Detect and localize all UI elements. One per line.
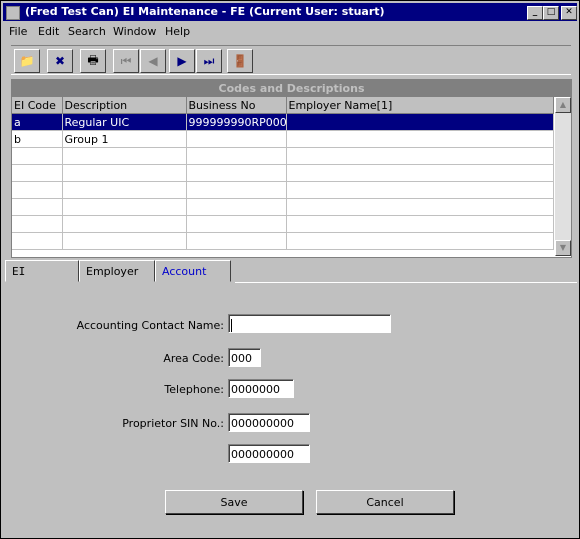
table-cell[interactable]	[286, 147, 554, 165]
exit-icon[interactable]: 🚪	[227, 49, 253, 73]
delete-icon[interactable]: ✖	[47, 49, 73, 73]
table-cell[interactable]	[12, 147, 63, 165]
menu-file[interactable]: File	[9, 25, 27, 38]
next-record-icon[interactable]: ▶	[169, 49, 195, 73]
telephone-label: Telephone:	[164, 383, 224, 396]
table-row[interactable]	[12, 215, 554, 233]
table-cell[interactable]	[186, 232, 287, 250]
table-cell[interactable]	[186, 198, 287, 216]
column-header-employer-name[interactable]: Employer Name[1]	[286, 97, 554, 114]
cancel-button[interactable]: Cancel	[316, 490, 454, 514]
first-record-icon[interactable]: ⏮	[113, 49, 139, 73]
table-cell[interactable]	[12, 164, 63, 182]
accounting-contact-label: Accounting Contact Name:	[76, 319, 224, 332]
toolbar: 📁 ✖ 🖶 ⏮ ◀ ▶ ⏭ 🚪	[11, 45, 571, 75]
tab-strip: EI Employer Account	[5, 260, 577, 284]
accounting-contact-field[interactable]	[228, 314, 391, 333]
table-row[interactable]	[12, 147, 554, 165]
table-cell[interactable]	[186, 164, 287, 182]
app-icon	[6, 6, 20, 20]
table-cell[interactable]	[286, 130, 554, 148]
table-row[interactable]: b Group 1	[12, 130, 554, 148]
menu-search[interactable]: Search	[68, 25, 106, 38]
table-row[interactable]	[12, 164, 554, 182]
table-cell[interactable]	[286, 181, 554, 199]
last-record-icon[interactable]: ⏭	[196, 49, 222, 73]
table-cell[interactable]	[12, 198, 63, 216]
vertical-scrollbar[interactable]: ▲ ▼	[555, 97, 571, 256]
table-cell[interactable]	[286, 198, 554, 216]
proprietor-sin-label: Proprietor SIN No.:	[122, 417, 224, 430]
table-cell[interactable]: b	[12, 130, 63, 148]
tab-ei[interactable]: EI	[5, 260, 79, 282]
menu-window[interactable]: Window	[113, 25, 156, 38]
table-cell[interactable]	[286, 164, 554, 182]
text-caret	[231, 318, 232, 332]
table-header-row: EI Code Description Business No Employer…	[12, 97, 554, 114]
table-cell[interactable]	[286, 215, 554, 233]
close-button[interactable]: ✕	[561, 6, 577, 20]
tab-divider	[235, 282, 577, 283]
menu-bar: File Edit Search Window Help	[3, 23, 577, 41]
proprietor-sin-field-2[interactable]: 000000000	[228, 444, 310, 463]
table-cell[interactable]	[62, 198, 187, 216]
window-title: (Fred Test Can) EI Maintenance - FE (Cur…	[25, 5, 385, 18]
codes-table: EI Code Description Business No Employer…	[12, 97, 554, 250]
print-icon[interactable]: 🖶	[80, 49, 106, 73]
area-code-field[interactable]: 000	[228, 348, 261, 367]
scroll-down-icon[interactable]: ▼	[555, 240, 571, 256]
table-cell[interactable]	[62, 147, 187, 165]
menu-edit[interactable]: Edit	[38, 25, 59, 38]
table-cell[interactable]	[12, 232, 63, 250]
tab-employer[interactable]: Employer	[79, 260, 155, 282]
table-row[interactable]	[12, 198, 554, 216]
proprietor-sin-field-1[interactable]: 000000000	[228, 413, 310, 432]
title-bar[interactable]: (Fred Test Can) EI Maintenance - FE (Cur…	[3, 3, 577, 21]
table-cell[interactable]	[62, 164, 187, 182]
table-row[interactable]	[12, 232, 554, 250]
app-window: (Fred Test Can) EI Maintenance - FE (Cur…	[0, 0, 580, 539]
table-cell[interactable]	[62, 232, 187, 250]
previous-record-icon[interactable]: ◀	[140, 49, 166, 73]
table-cell[interactable]: 999999990RP000	[186, 113, 287, 131]
codes-grid: Codes and Descriptions EI Code Descripti…	[11, 79, 572, 258]
table-row[interactable]: a Regular UIC 999999990RP000	[12, 113, 554, 131]
menu-help[interactable]: Help	[165, 25, 190, 38]
maximize-button[interactable]: □	[543, 6, 559, 20]
table-row[interactable]	[12, 181, 554, 199]
table-cell[interactable]: Regular UIC	[62, 113, 187, 131]
new-folder-icon[interactable]: 📁	[14, 49, 40, 73]
table-cell[interactable]	[62, 181, 187, 199]
table-cell[interactable]	[186, 181, 287, 199]
table-cell[interactable]	[12, 215, 63, 233]
tab-account[interactable]: Account	[155, 260, 231, 282]
column-header-business-no[interactable]: Business No	[186, 97, 287, 114]
table-cell[interactable]	[286, 113, 554, 131]
scroll-up-icon[interactable]: ▲	[555, 97, 571, 113]
table-cell[interactable]	[186, 147, 287, 165]
table-cell[interactable]: a	[12, 113, 63, 131]
save-button[interactable]: Save	[165, 490, 303, 514]
grid-title: Codes and Descriptions	[12, 80, 571, 97]
table-cell[interactable]	[186, 215, 287, 233]
minimize-button[interactable]: _	[527, 6, 543, 20]
telephone-field[interactable]: 0000000	[228, 379, 294, 398]
table-cell[interactable]: Group 1	[62, 130, 187, 148]
column-header-description[interactable]: Description	[62, 97, 187, 114]
column-header-ei-code[interactable]: EI Code	[12, 97, 63, 114]
area-code-label: Area Code:	[163, 352, 224, 365]
table-cell[interactable]	[286, 232, 554, 250]
table-cell[interactable]	[62, 215, 187, 233]
table-cell[interactable]	[12, 181, 63, 199]
table-cell[interactable]	[186, 130, 287, 148]
